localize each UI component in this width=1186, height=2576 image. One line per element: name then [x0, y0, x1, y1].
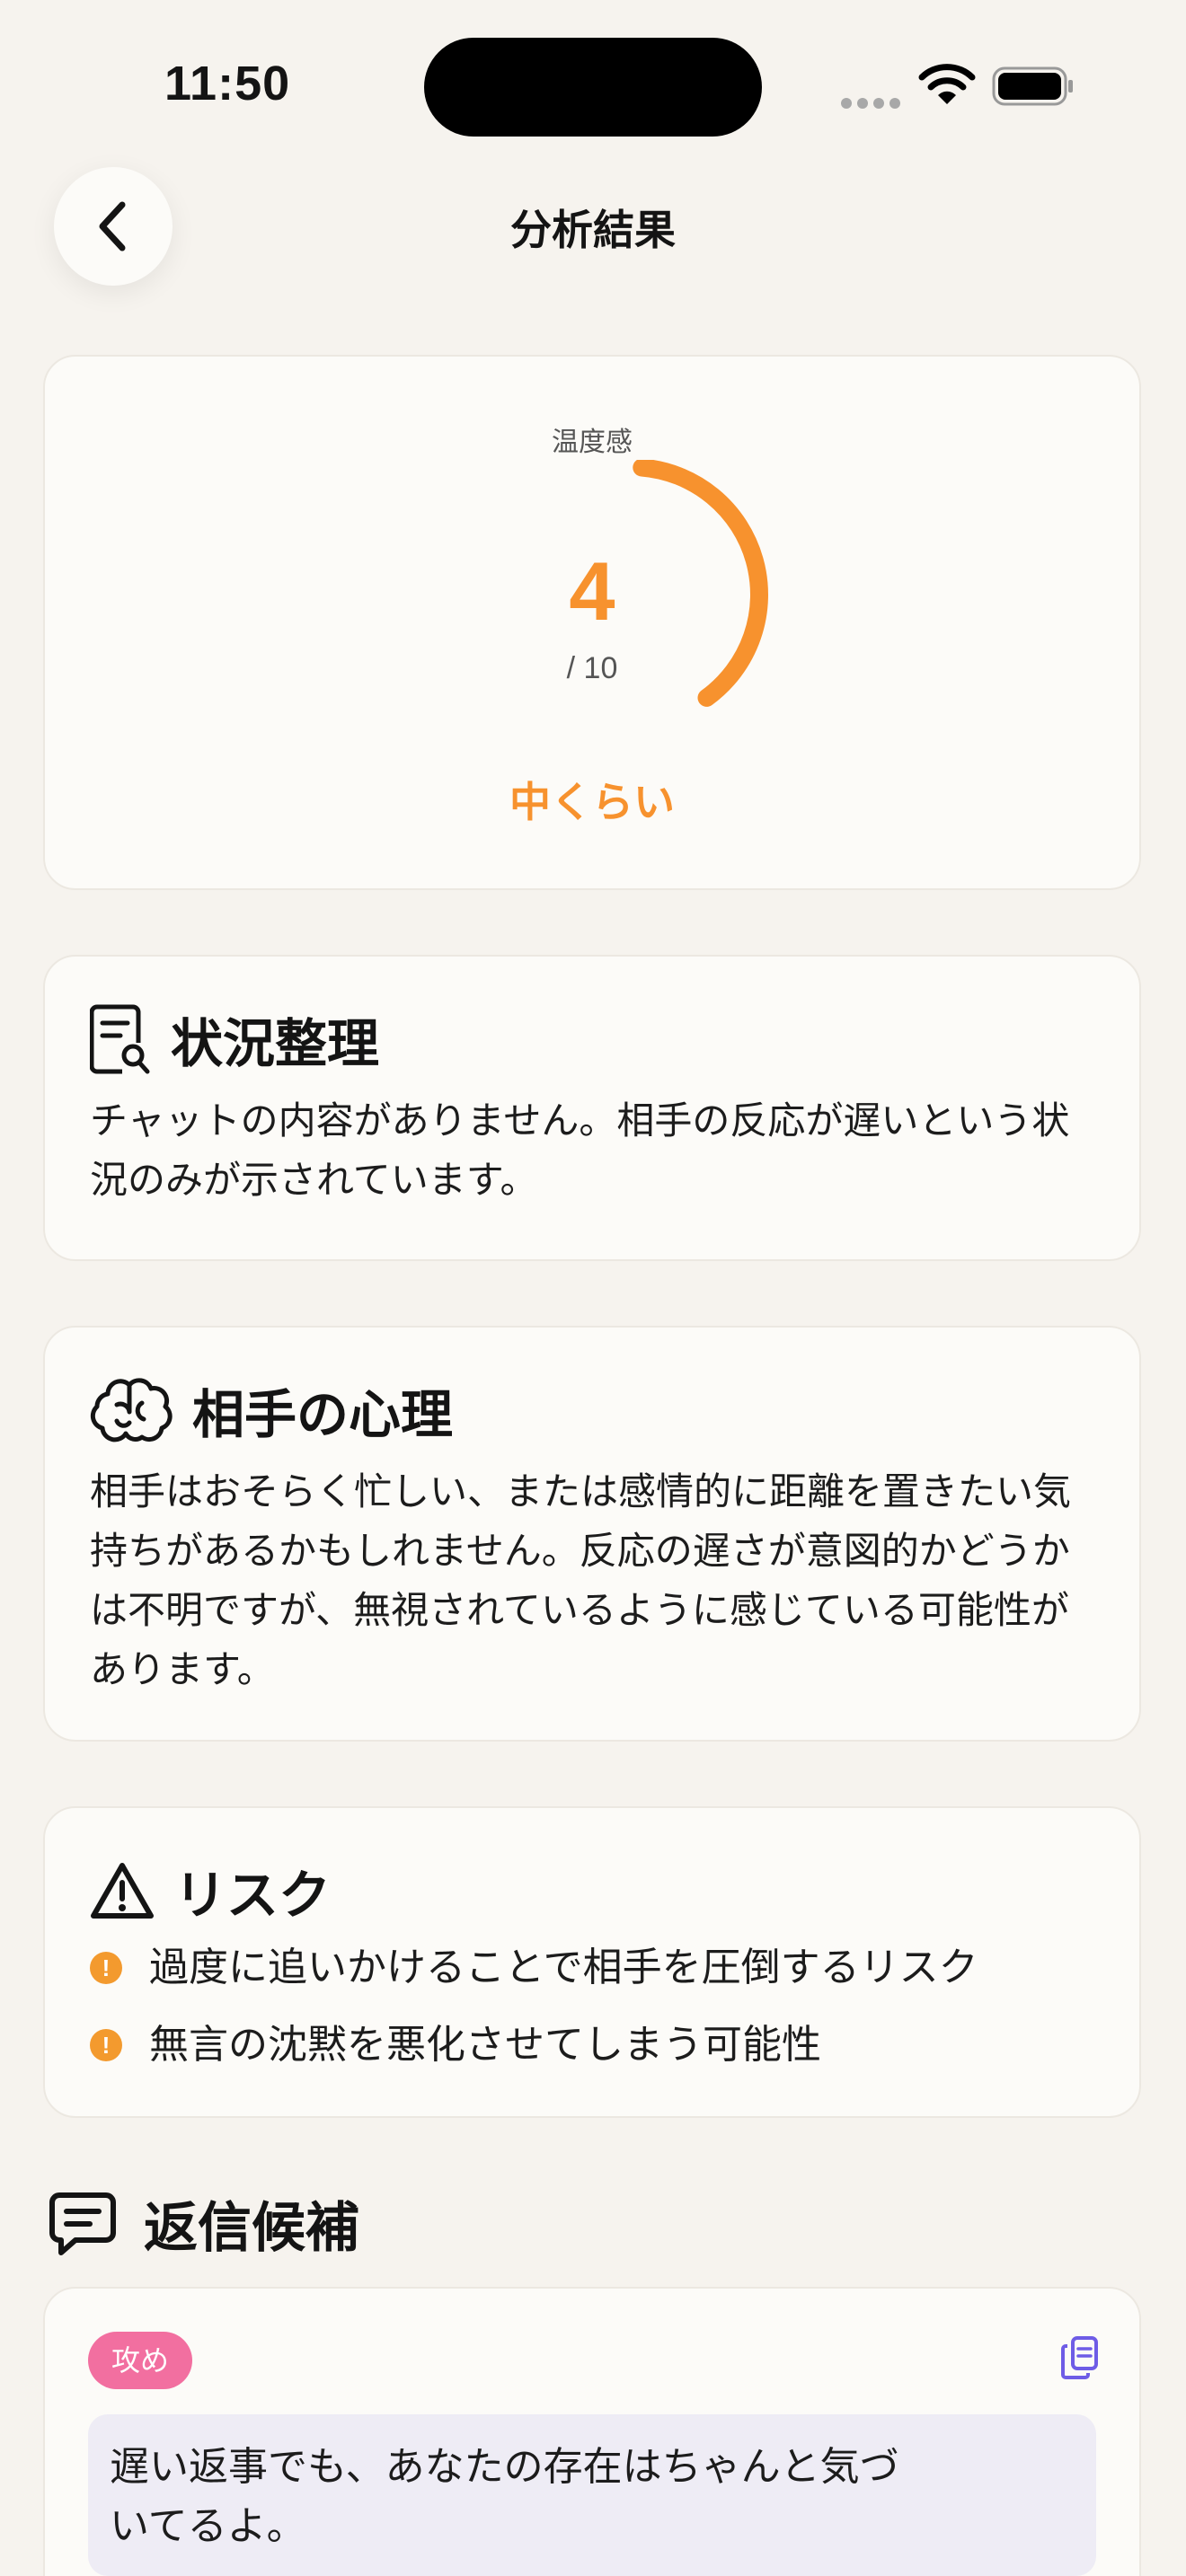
copy-icon [1061, 2336, 1098, 2379]
message-icon [49, 2192, 116, 2255]
risk-title: リスク [174, 1865, 332, 1926]
replies-heading: 返信候補 [49, 2184, 359, 2263]
document-search-icon [90, 1004, 150, 1074]
reply-tag: 攻め [88, 2332, 193, 2389]
risk-text: 無言の沈黙を悪化させてしまう可能性 [149, 2022, 821, 2068]
risk-card: リスク ! 過度に追いかけることで相手を圧倒するリスク ! 無言の沈黙を悪化させ… [43, 1806, 1141, 2118]
risk-heading: リスク [90, 1853, 331, 1928]
reply-card: 攻め 遅い返事でも、あなたの存在はちゃんと気づいてるよ。 [43, 2287, 1141, 2576]
situation-title: 状況整理 [171, 1013, 380, 1074]
temperature-level: 中くらい [509, 778, 675, 826]
psychology-heading: 相手の心理 [90, 1372, 453, 1448]
copy-button[interactable] [1060, 2335, 1100, 2384]
battery-icon [992, 66, 1075, 110]
situation-heading: 状況整理 [90, 1001, 379, 1077]
reply-text: 遅い返事でも、あなたの存在はちゃんと気づいてるよ。 [110, 2444, 899, 2549]
screen: 11:50 分析結果 温度感 4 / 10 中くらい 状況整理 チャットの内容が… [0, 0, 1186, 2576]
psychology-card: 相手の心理 相手はおそらく忙しい、または感情的に距離を置きたい気持ちがあるかもし… [43, 1326, 1141, 1742]
page-title: 分析結果 [510, 206, 676, 254]
alert-circle-icon: ! [90, 1952, 122, 1984]
situation-body: チャットの内容がありません。相手の反応が遅いという状況のみが示されています。 [90, 1098, 1070, 1202]
psychology-title: 相手の心理 [192, 1384, 454, 1445]
wifi-icon [918, 63, 976, 110]
risk-text: 過度に追いかけることで相手を圧倒するリスク [149, 1945, 978, 1990]
cellular-signal-icon [841, 95, 906, 112]
psychology-body: 相手はおそらく忙しい、または感情的に距離を置きたい気持ちがあるかもしれません。反… [90, 1469, 1072, 1691]
replies-title: 返信候補 [144, 2197, 359, 2260]
situation-card: 状況整理 チャットの内容がありません。相手の反応が遅いという状況のみが示されてい… [43, 955, 1141, 1261]
gauge-value: 4 [569, 546, 615, 638]
temperature-card: 温度感 4 / 10 中くらい [43, 355, 1141, 890]
gauge-max: / 10 [566, 651, 618, 685]
risk-item: ! 無言の沈黙を悪化させてしまう可能性 [90, 2018, 821, 2072]
reply-text-box[interactable]: 遅い返事でも、あなたの存在はちゃんと気づいてるよ。 [88, 2414, 1096, 2576]
alert-circle-icon: ! [90, 2029, 122, 2061]
gauge-label: 温度感 [552, 427, 633, 458]
dynamic-island [424, 38, 762, 137]
status-time: 11:50 [164, 57, 291, 110]
warning-icon [91, 1863, 154, 1919]
risk-item: ! 過度に追いかけることで相手を圧倒するリスク [90, 1941, 978, 1995]
brain-icon [90, 1378, 173, 1442]
